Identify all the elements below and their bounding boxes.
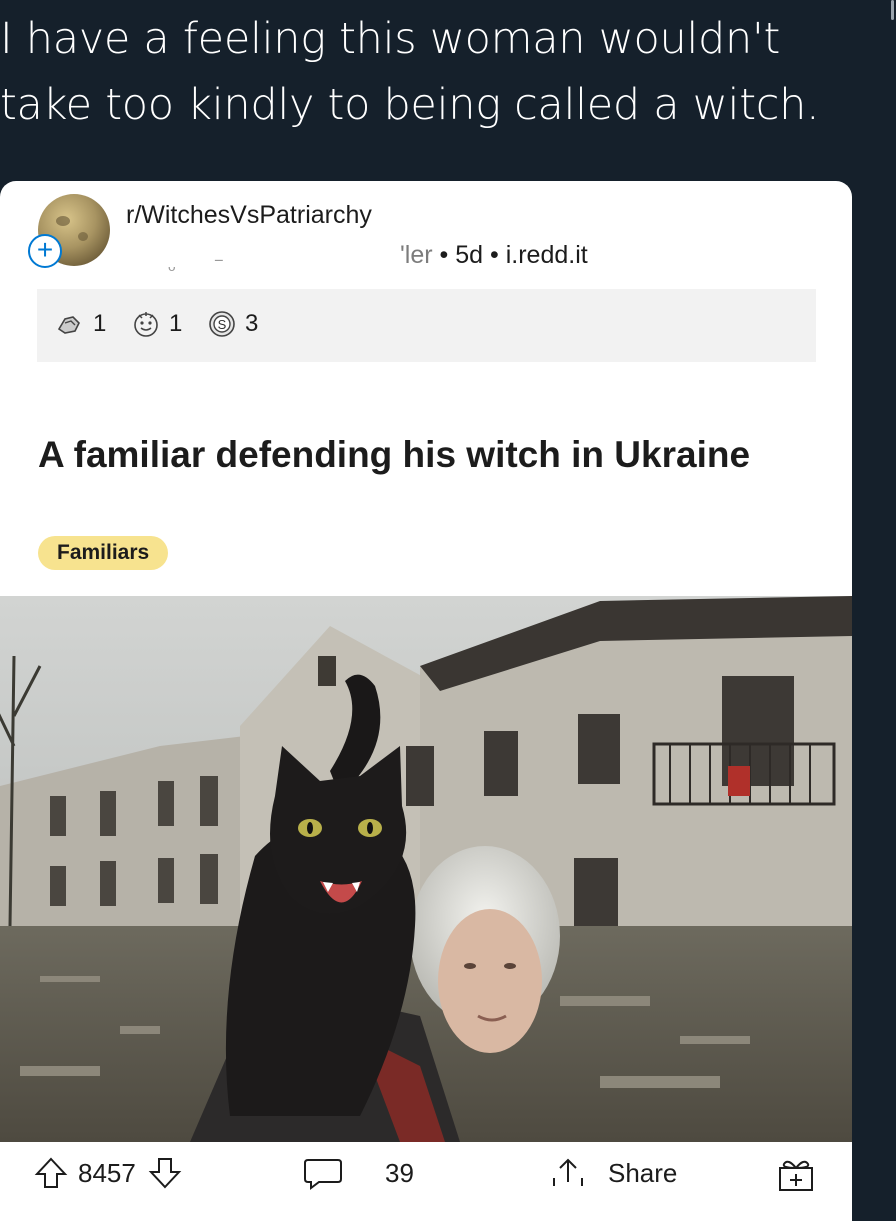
award-hug-count: 1 — [93, 310, 107, 337]
upvote-arrow-icon[interactable] — [34, 1156, 68, 1190]
username-redacted: ᵕ‾ — [168, 259, 263, 281]
award-wholesome-icon — [134, 312, 158, 337]
meta-separator: • — [439, 241, 449, 269]
award-hug-icon — [57, 316, 80, 334]
award-wholesome[interactable]: 1 — [131, 309, 182, 339]
give-award-button[interactable] — [776, 1156, 816, 1194]
downvote-arrow-icon[interactable] — [148, 1156, 182, 1190]
share-icon — [553, 1158, 583, 1186]
award-silver-count: 3 — [245, 310, 259, 337]
tweet-text-line-2: take too kindly to being called a witch. — [0, 80, 820, 130]
post-photo-illustration — [0, 596, 852, 1142]
comment-bubble-icon — [304, 1159, 342, 1190]
awards-bar[interactable]: 1 1 S 3 — [37, 289, 816, 362]
post-action-bar: 8457 39 Share — [0, 1142, 852, 1202]
post-flair[interactable]: Familiars — [38, 536, 169, 570]
gift-award-icon — [779, 1160, 813, 1191]
post-domain[interactable]: i.redd.it — [506, 241, 588, 269]
join-subreddit-button[interactable]: + — [28, 234, 62, 268]
award-silver[interactable]: S 3 — [207, 309, 258, 339]
share-label: Share — [608, 1157, 678, 1188]
reddit-post-card[interactable]: + r/WitchesVsPatriarchy ᵕ‾ 'ler • 5d • i… — [0, 181, 852, 1221]
tweet-text-line-1: I have a feeling this woman wouldn't — [0, 14, 781, 64]
post-meta: 'ler • 5d • i.redd.it — [400, 241, 588, 270]
comment-count: 39 — [385, 1157, 414, 1188]
post-username-fragment: 'ler — [400, 241, 433, 269]
subreddit-name[interactable]: r/WitchesVsPatriarchy — [126, 201, 372, 230]
comments-button[interactable]: 39 — [303, 1156, 414, 1190]
upvote-count: 8457 — [78, 1157, 136, 1188]
award-silver-icon: S — [209, 311, 235, 337]
meta-separator: • — [490, 241, 499, 269]
tweet-text: I have a feeling this woman wouldn't tak… — [0, 6, 880, 138]
award-hug[interactable]: 1 — [55, 309, 106, 339]
post-image[interactable] — [0, 596, 852, 1142]
post-age: 5d — [455, 241, 484, 269]
post-title[interactable]: A familiar defending his witch in Ukrain… — [38, 431, 758, 479]
svg-text:S: S — [218, 317, 227, 332]
share-button[interactable]: Share — [548, 1156, 677, 1190]
vote-group: 8457 — [34, 1156, 182, 1190]
award-wholesome-count: 1 — [169, 310, 183, 337]
scrollbar[interactable] — [891, 0, 894, 20]
